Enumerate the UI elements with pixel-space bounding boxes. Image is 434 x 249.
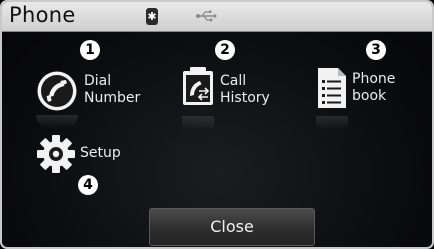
phonebook-reflection	[316, 116, 348, 130]
phonebook-label-line1: Phone	[352, 71, 396, 87]
dial-number-label-line1: Dial	[84, 73, 112, 89]
setup-label: Setup	[80, 145, 121, 161]
call-history-reflection	[182, 116, 214, 130]
item-number-badge: 2	[215, 40, 235, 60]
phone-screen: Phone ✱ 1 Dial Number 2 Call History 3 P…	[0, 0, 434, 249]
item-number-badge: 4	[78, 175, 98, 195]
page-title: Phone	[9, 3, 76, 27]
phone-handset-icon	[37, 71, 77, 111]
title-bar: Phone ✱	[2, 2, 432, 32]
phonebook-button[interactable]: Phone book	[316, 66, 416, 116]
call-history-label-line2: History	[220, 90, 270, 106]
usb-icon	[196, 10, 217, 22]
setup-button[interactable]: Setup	[36, 134, 136, 174]
close-button[interactable]: Close	[149, 208, 315, 246]
gear-icon	[37, 135, 75, 173]
dial-number-button[interactable]: Dial Number	[36, 68, 146, 116]
call-history-button[interactable]: Call History	[182, 64, 292, 116]
bluetooth-icon: ✱	[146, 8, 158, 25]
dial-number-label-line2: Number	[84, 90, 141, 106]
call-history-label-line1: Call	[220, 73, 247, 89]
phonebook-icon	[318, 68, 346, 108]
phonebook-label-line2: book	[352, 88, 387, 104]
call-history-icon	[183, 67, 213, 105]
item-number-badge: 1	[80, 40, 100, 60]
item-number-badge: 3	[366, 40, 386, 60]
dial-number-reflection	[36, 115, 78, 129]
